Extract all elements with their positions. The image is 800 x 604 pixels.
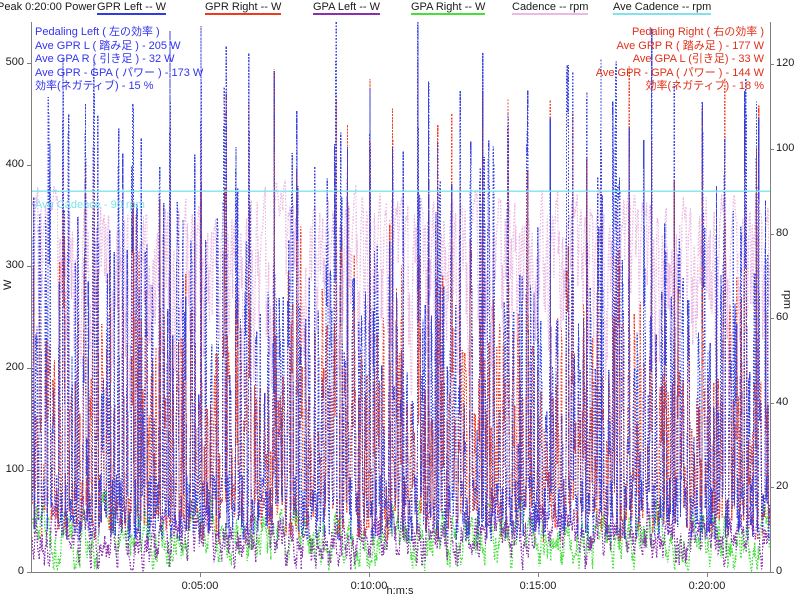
x-tick-mark: [538, 573, 540, 577]
x-tick-0:10:00: 0:10:00: [350, 580, 388, 592]
legend-swatch-icon: [512, 13, 589, 15]
annotation-line-1: Ave GRP R ( 踏み足 ) - 177 W: [616, 39, 764, 52]
x-tick-mark: [707, 573, 709, 577]
y-tick-right-80: 80: [776, 226, 789, 239]
y-tick-mark-left: [27, 62, 31, 64]
legend-item-label: Cadence -- rpm: [512, 1, 589, 13]
annotation-line-1: Ave GPR L ( 踏み足 ) - 205 W: [35, 39, 181, 52]
legend-swatch-icon: [411, 13, 486, 15]
legend-swatch-icon: [205, 13, 282, 15]
y-tick-right-40: 40: [776, 395, 789, 408]
legend-item-label: GPR Right -- W: [205, 1, 282, 13]
y-tick-left-0: 0: [17, 565, 24, 577]
y-tick-mark-right: [770, 233, 774, 235]
y-tick-left-100: 100: [5, 463, 24, 476]
annotation-pedaling-right: Pedaling Right ( 右の効率 ) Ave GRP R ( 踏み足 )…: [596, 26, 764, 94]
y-tick-mark-left: [27, 266, 31, 268]
y-tick-mark-right: [770, 402, 774, 404]
y-tick-right-60: 60: [776, 311, 789, 324]
y-tick-mark-left: [27, 572, 31, 573]
annotation-ave-cadence: Ave Cadence - 90 rpm: [35, 199, 145, 211]
x-tick-0:05:00: 0:05:00: [181, 580, 219, 592]
legend-swatch-icon: [97, 13, 167, 15]
y-tick-left-200: 200: [5, 361, 24, 374]
y-tick-right-0: 0: [776, 565, 783, 577]
annotation-line-4: 効率(ネガティブ) - 18 %: [645, 80, 764, 92]
legend-item-1[interactable]: GPR Right -- W: [205, 1, 282, 15]
legend-item-label: GPA Left -- W: [313, 1, 381, 13]
annotation-pedaling-left: Pedaling Left ( 左の効率 ) Ave GPR L ( 踏み足 ) …: [35, 26, 203, 94]
y-tick-mark-left: [27, 470, 31, 472]
y-tick-left-400: 400: [5, 157, 24, 170]
legend-swatch-icon: [313, 13, 381, 15]
y-tick-mark-right: [770, 318, 774, 320]
y-tick-mark-right: [770, 148, 774, 150]
y-axis-label-left: W: [2, 279, 14, 290]
y-tick-left-300: 300: [5, 259, 24, 272]
annotation-line-3: Ave GPR - GPA ( パワー ) - 144 W: [595, 66, 764, 79]
y-tick-left-500: 500: [5, 55, 24, 68]
plot-canvas: [32, 22, 770, 572]
x-tick-mark: [369, 573, 370, 577]
y-axis-label-right: rpm: [781, 290, 793, 309]
y-tick-mark-left: [27, 164, 31, 166]
y-tick-mark-right: [770, 487, 774, 489]
y-tick-right-100: 100: [776, 141, 795, 154]
annotation-line-2: Ave GPA L (引き足) - 33 W: [632, 53, 764, 65]
plot-area: [31, 22, 771, 573]
x-tick-0:15:00: 0:15:00: [519, 580, 557, 592]
chart-legend: Peak 0:20:00 Power GPR Left -- W GPR Righ…: [0, 0, 800, 20]
annotation-line-0: Pedaling Right ( 右の効率 ): [631, 26, 764, 38]
legend-item-5[interactable]: Ave Cadence -- rpm: [613, 1, 712, 15]
legend-item-label: GPR Left -- W: [97, 1, 167, 13]
chart-title: Peak 0:20:00 Power: [0, 1, 97, 13]
y-tick-right-120: 120: [776, 57, 795, 70]
y-tick-mark-right: [770, 64, 774, 66]
x-tick-0:20:00: 0:20:00: [688, 580, 726, 592]
legend-swatch-icon: [613, 13, 712, 15]
legend-item-2[interactable]: GPA Left -- W: [313, 1, 381, 15]
legend-item-label: Ave Cadence -- rpm: [613, 1, 712, 13]
y-tick-mark-right: [770, 572, 774, 573]
y-tick-right-20: 20: [776, 480, 789, 493]
y-tick-mark-left: [27, 368, 31, 370]
legend-item-4[interactable]: Cadence -- rpm: [512, 1, 589, 15]
x-axis-label: h:m:s: [386, 585, 414, 597]
legend-item-label: GPA Right -- W: [411, 1, 486, 13]
annotation-line-0: Pedaling Left ( 左の効率 ): [35, 26, 160, 38]
legend-item-3[interactable]: GPA Right -- W: [411, 1, 486, 15]
annotation-line-4: 効率(ネガティブ) - 15 %: [35, 80, 154, 92]
x-tick-mark: [200, 573, 201, 577]
annotation-line-2: Ave GPA R ( 引き足 ) - 32 W: [35, 53, 175, 65]
legend-item-0[interactable]: GPR Left -- W: [97, 1, 167, 15]
annotation-line-3: Ave GPR - GPA ( パワー ) - 173 W: [35, 66, 204, 79]
